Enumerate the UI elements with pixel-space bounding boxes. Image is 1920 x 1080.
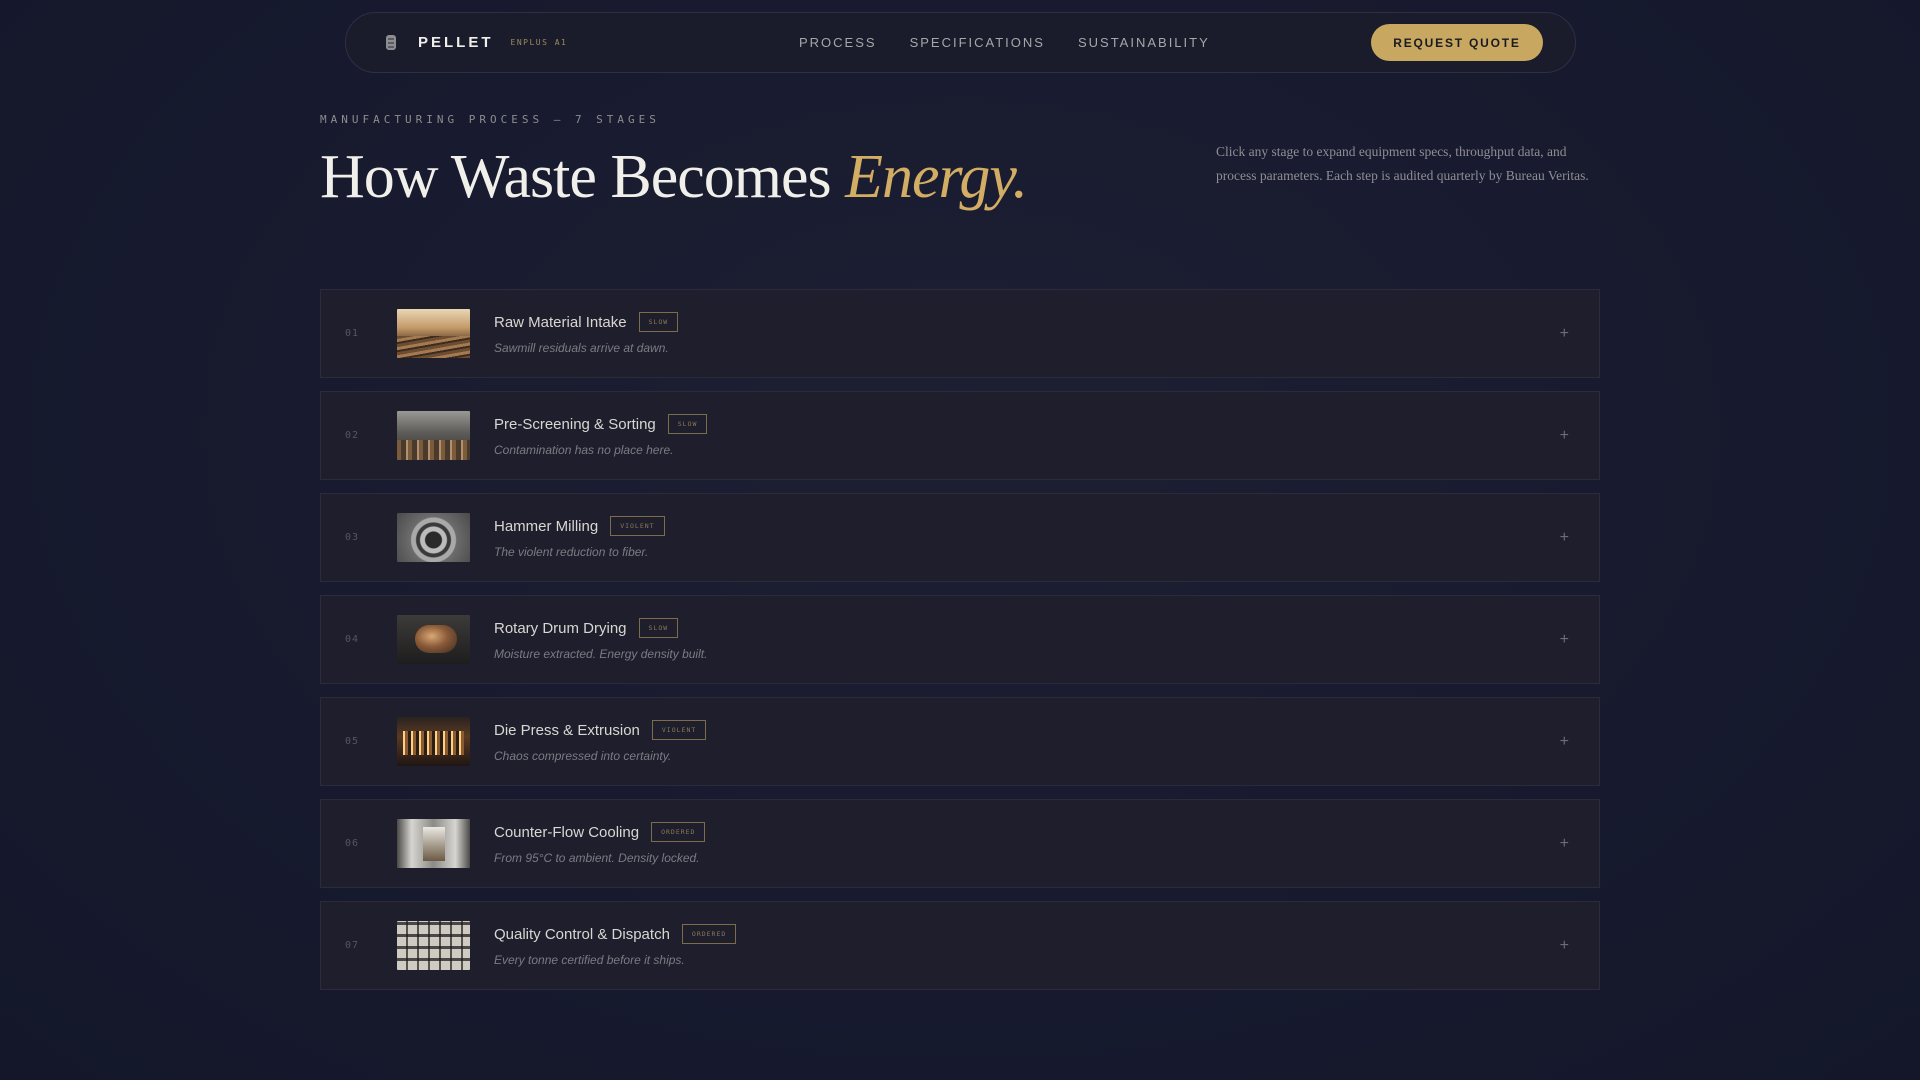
brand[interactable]: PELLET ENPLUS A1 [384,34,729,51]
stage-heading: Quality Control & Dispatch ORDERED [494,924,737,944]
nav-link-process[interactable]: PROCESS [799,35,877,50]
stage-title: Pre-Screening & Sorting [494,415,656,433]
stage-row-hammer-milling[interactable]: 03 Hammer Milling VIOLENT The violent re… [320,493,1600,582]
stage-subtitle: The violent reduction to fiber. [494,545,649,559]
stage-thumbnail [397,615,470,664]
top-nav: PELLET ENPLUS A1 PROCESS SPECIFICATIONS … [345,12,1576,73]
stage-thumbnail [397,309,470,358]
request-quote-button[interactable]: REQUEST QUOTE [1371,24,1543,61]
stage-row-counter-flow-cooling[interactable]: 06 Counter-Flow Cooling ORDERED From 95°… [320,799,1600,888]
page-title-accent: Energy. [845,143,1028,211]
expand-plus-icon[interactable]: + [1560,631,1569,649]
stage-badge: ORDERED [651,822,706,842]
stage-subtitle: From 95°C to ambient. Density locked. [494,851,700,865]
stage-thumbnail [397,819,470,868]
stage-row-raw-material-intake[interactable]: 01 Raw Material Intake SLOW Sawmill resi… [320,289,1600,378]
expand-plus-icon[interactable]: + [1560,835,1569,853]
stage-subtitle: Every tonne certified before it ships. [494,953,685,967]
stage-row-quality-control-dispatch[interactable]: 07 Quality Control & Dispatch ORDERED Ev… [320,901,1600,990]
expand-plus-icon[interactable]: + [1560,937,1569,955]
expand-plus-icon[interactable]: + [1560,733,1569,751]
stage-title: Rotary Drum Drying [494,619,627,637]
stage-list: 01 Raw Material Intake SLOW Sawmill resi… [320,289,1600,990]
nav-link-specifications[interactable]: SPECIFICATIONS [910,35,1045,50]
stage-text: Quality Control & Dispatch ORDERED Every… [494,924,737,967]
stage-title: Quality Control & Dispatch [494,925,670,943]
certification-tag: ENPLUS A1 [510,38,568,47]
stage-thumbnail [397,411,470,460]
stage-text: Hammer Milling VIOLENT The violent reduc… [494,516,665,559]
expand-plus-icon[interactable]: + [1560,427,1569,445]
stage-row-rotary-drum-drying[interactable]: 04 Rotary Drum Drying SLOW Moisture extr… [320,595,1600,684]
stage-heading: Counter-Flow Cooling ORDERED [494,822,706,842]
stage-subtitle: Sawmill residuals arrive at dawn. [494,341,669,355]
stage-text: Counter-Flow Cooling ORDERED From 95°C t… [494,822,706,865]
stage-title: Counter-Flow Cooling [494,823,640,841]
nav-links: PROCESS SPECIFICATIONS SUSTAINABILITY [799,35,1210,50]
stage-subtitle: Chaos compressed into certainty. [494,749,672,763]
stage-number: 03 [345,532,360,543]
stage-row-pre-screening-sorting[interactable]: 02 Pre-Screening & Sorting SLOW Contamin… [320,391,1600,480]
stage-number: 01 [345,328,360,339]
stage-heading: Hammer Milling VIOLENT [494,516,665,536]
stage-title: Hammer Milling [494,517,599,535]
expand-plus-icon[interactable]: + [1560,529,1569,547]
stage-thumbnail [397,717,470,766]
hero-description: Click any stage to expand equipment spec… [1216,144,1589,183]
stage-title: Die Press & Extrusion [494,721,640,739]
stage-heading: Pre-Screening & Sorting SLOW [494,414,708,434]
page-title-main: How Waste Becomes [320,143,832,211]
page-title: How Waste Becomes Energy. [320,142,1028,213]
stage-heading: Raw Material Intake SLOW [494,312,679,332]
stage-text: Die Press & Extrusion VIOLENT Chaos comp… [494,720,707,763]
stage-number: 07 [345,940,360,951]
stage-text: Raw Material Intake SLOW Sawmill residua… [494,312,679,355]
pellet-logo-icon [386,35,396,50]
stage-number: 06 [345,838,360,849]
brand-name: PELLET [418,34,494,51]
stage-badge: VIOLENT [651,720,707,740]
stage-number: 05 [345,736,360,747]
stage-badge: ORDERED [681,924,737,944]
section-eyebrow: MANUFACTURING PROCESS — 7 STAGES [320,113,660,126]
stage-subtitle: Contamination has no place here. [494,443,674,457]
stage-thumbnail [397,513,470,562]
stage-heading: Die Press & Extrusion VIOLENT [494,720,707,740]
stage-badge: SLOW [638,312,679,332]
stage-number: 04 [345,634,360,645]
stage-heading: Rotary Drum Drying SLOW [494,618,707,638]
stage-badge: VIOLENT [610,516,665,536]
stage-text: Pre-Screening & Sorting SLOW Contaminati… [494,414,708,457]
stage-badge: SLOW [667,414,708,434]
stage-subtitle: Moisture extracted. Energy density built… [494,647,708,661]
expand-plus-icon[interactable]: + [1560,325,1569,343]
stage-thumbnail [397,921,470,970]
stage-text: Rotary Drum Drying SLOW Moisture extract… [494,618,707,661]
stage-badge: SLOW [638,618,679,638]
nav-link-sustainability[interactable]: SUSTAINABILITY [1078,35,1210,50]
stage-row-die-press-extrusion[interactable]: 05 Die Press & Extrusion VIOLENT Chaos c… [320,697,1600,786]
stage-title: Raw Material Intake [494,313,627,331]
stage-number: 02 [345,430,360,441]
